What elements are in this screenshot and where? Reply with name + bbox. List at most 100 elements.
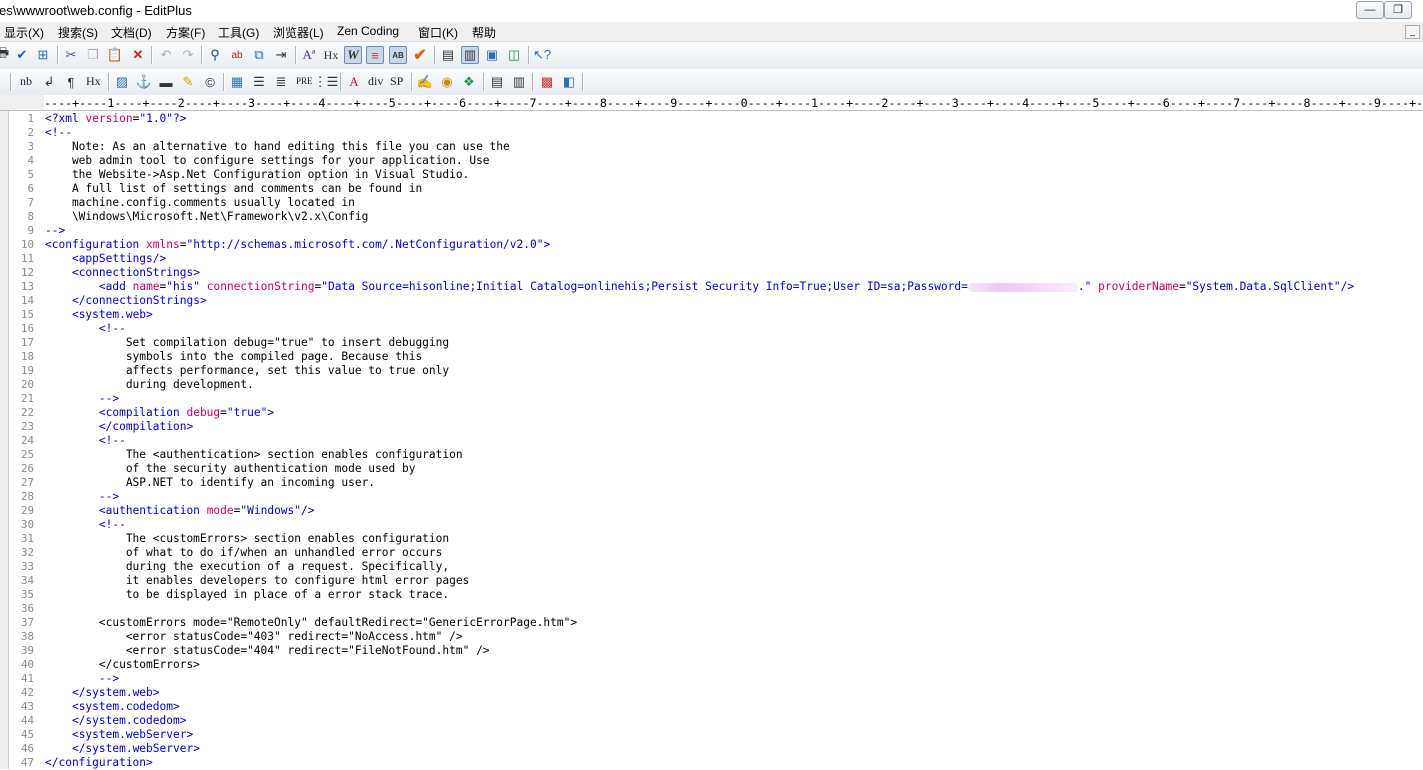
code-line: <compilation debug="true"> <box>98 406 275 419</box>
css-button[interactable]: ◉ <box>438 73 456 91</box>
line-number: 9 <box>27 224 34 237</box>
code-line: </connectionStrings> <box>71 294 207 307</box>
list-button[interactable]: ☰ <box>250 73 268 91</box>
menu-project[interactable]: 方案(F) <box>166 24 205 41</box>
delete-button[interactable]: ✕ <box>129 46 147 64</box>
line-number: 41 <box>20 672 34 685</box>
code-line: A full list of settings and comments can… <box>45 182 423 195</box>
form-button[interactable]: ✍ <box>416 73 434 91</box>
toolbar-separator <box>151 46 153 64</box>
line-number: 40 <box>20 658 34 671</box>
line-number: 35 <box>20 588 34 601</box>
color-button[interactable]: ▩ <box>538 73 556 91</box>
code-line: <system.web> <box>71 308 153 321</box>
span-button[interactable]: SP <box>390 74 403 89</box>
replace-button[interactable]: ab <box>228 46 246 64</box>
code-line: it enables developers to configure html … <box>45 574 470 587</box>
highlight-button[interactable]: ✎ <box>179 73 197 91</box>
menu-help[interactable]: 帮助 <box>472 24 496 41</box>
paste-button[interactable]: 📋 <box>106 46 124 64</box>
textarea-button[interactable]: ▥ <box>510 73 528 91</box>
menu-zen-coding[interactable]: Zen Coding <box>337 24 399 38</box>
code-line: <appSettings/> <box>71 252 167 265</box>
cut-button[interactable]: ✂ <box>62 46 80 64</box>
code-line: during development. <box>45 378 254 391</box>
ruler-toggle[interactable]: AB <box>389 46 407 64</box>
font-tag-icon: A <box>349 74 359 89</box>
restore-button[interactable]: ❐ <box>1384 1 1412 19</box>
minimize-button[interactable]: — <box>1356 1 1384 19</box>
image-button[interactable]: ▨ <box>113 73 131 91</box>
copy-button[interactable]: ❐ <box>84 46 102 64</box>
toolbar-separator <box>434 46 436 64</box>
spell-check-button[interactable]: ✔ <box>13 46 31 64</box>
horizontal-rule-button[interactable]: ▬ <box>157 73 175 91</box>
code-line: to be displayed in place of a error stac… <box>45 588 450 601</box>
line-number: 29 <box>20 504 34 517</box>
find-button[interactable]: ⚲ <box>206 46 224 64</box>
view-directory-button[interactable]: ▥ <box>461 46 479 64</box>
replace-icon: ab <box>231 49 243 61</box>
line-number: 43 <box>20 700 34 713</box>
redo-button[interactable]: ↷ <box>179 46 197 64</box>
line-number-icon: ≡ <box>371 47 379 63</box>
line-number: 22 <box>20 406 34 419</box>
frame-button[interactable]: ◧ <box>560 73 578 91</box>
code-text[interactable]: <?xml version="1.0"?> <!-- Note: As an al… <box>45 112 1354 770</box>
line-number: 17 <box>20 336 34 349</box>
goto-line-button[interactable]: ⇥ <box>272 46 290 64</box>
menu-document[interactable]: 文档(D) <box>111 24 152 41</box>
undo-button[interactable]: ↶ <box>157 46 175 64</box>
line-number: 42 <box>20 686 34 699</box>
font-button[interactable]: Aª <box>300 46 318 64</box>
view-browser-button[interactable]: ◫ <box>505 46 523 64</box>
input-button[interactable]: ▤ <box>488 73 506 91</box>
preview-button[interactable]: ⊞ <box>34 46 52 64</box>
toolbar-separator <box>201 46 203 64</box>
code-line: Note: As an alternative to hand editing … <box>45 140 510 153</box>
comment-button[interactable]: © <box>201 73 219 91</box>
script-button[interactable]: ❖ <box>460 73 478 91</box>
browser-icon: ◫ <box>507 47 521 62</box>
help-button[interactable]: ↖? <box>533 46 551 64</box>
html-heading-button[interactable]: Hx <box>322 46 340 64</box>
bullet-list-button[interactable]: ⋮☰ <box>314 73 339 91</box>
code-line: </configuration> <box>45 756 153 769</box>
heading-button[interactable]: Hx <box>86 74 101 89</box>
preformatted-button[interactable]: PRE <box>296 76 313 86</box>
print-button[interactable]: 🖶 <box>0 45 12 64</box>
menu-view[interactable]: 显示(X) <box>4 24 44 41</box>
center-button[interactable]: ≣ <box>272 73 290 91</box>
textarea-icon: ▥ <box>512 74 526 89</box>
div-button[interactable]: div <box>368 74 383 89</box>
view-output-button[interactable]: ▤ <box>439 46 457 64</box>
menu-window[interactable]: 窗口(K) <box>418 24 458 41</box>
menu-search[interactable]: 搜索(S) <box>58 24 98 41</box>
line-break-button[interactable]: ↲ <box>40 73 58 91</box>
line-number: 5 <box>27 168 34 181</box>
spellcheck-icon: ✔ <box>16 47 28 62</box>
font-icon: Aª <box>302 47 316 62</box>
menu-browser[interactable]: 浏览器(L) <box>273 24 324 41</box>
paragraph-button[interactable]: ¶ <box>62 73 80 91</box>
line-number: 34 <box>20 574 34 587</box>
word-wrap-button[interactable]: W <box>344 46 362 64</box>
line-number: 31 <box>20 532 34 545</box>
table-button[interactable]: ▦ <box>228 73 246 91</box>
mdi-minimize-button[interactable]: _ <box>1405 25 1420 39</box>
anchor-button[interactable]: ⚓ <box>135 73 153 91</box>
table-icon: ▦ <box>230 74 244 89</box>
line-number-toggle[interactable]: ≡ <box>366 46 384 64</box>
heading-icon: Hx <box>323 47 339 62</box>
find-in-files-button[interactable]: ⧉ <box>250 46 268 64</box>
menu-tools[interactable]: 工具(G) <box>218 24 259 41</box>
code-line: <!-- <box>45 126 72 139</box>
line-number: 28 <box>20 490 34 503</box>
check-button[interactable]: ✔ <box>411 46 429 64</box>
window-icon: ▤ <box>441 47 455 62</box>
line-number: 11 <box>20 252 34 265</box>
html-toolbar: nb ↲ ¶ Hx ▨ ⚓ ▬ ✎ © ▦ ☰ ≣ PRE ⋮☰ A div S… <box>0 69 1423 96</box>
font-tag-button[interactable]: A <box>345 73 363 91</box>
nbsp-button[interactable]: nb <box>20 74 32 89</box>
view-cliptext-button[interactable]: ▣ <box>483 46 501 64</box>
